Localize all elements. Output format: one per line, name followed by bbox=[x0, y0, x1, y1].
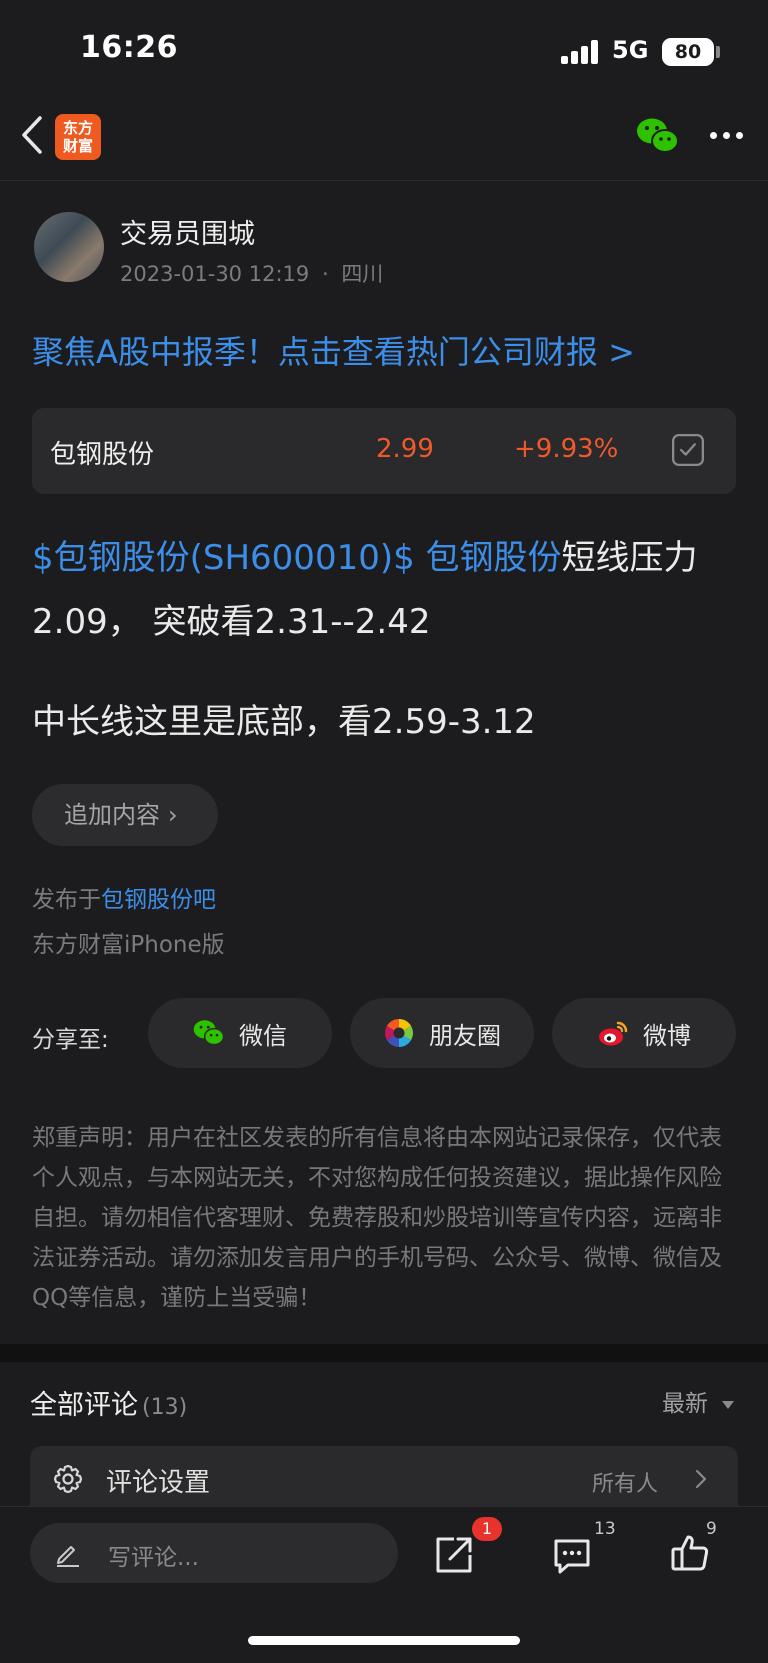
share-weibo-button[interactable]: 微博 bbox=[552, 998, 736, 1068]
share-wechat-label: 微信 bbox=[239, 1021, 287, 1050]
nav-divider bbox=[0, 180, 768, 181]
more-icon[interactable] bbox=[708, 128, 748, 144]
comments-count: (13) bbox=[142, 1395, 188, 1420]
disclaimer-text: 郑重声明：用户在社区发表的所有信息将由本网站记录保存，仅代表个人观点，与本网站无… bbox=[32, 1125, 722, 1311]
share-wechat-button[interactable]: 微信 bbox=[148, 998, 332, 1068]
comment-settings-value: 所有人 bbox=[592, 1472, 659, 1497]
signal-icon bbox=[561, 40, 601, 64]
comment-placeholder: 写评论... bbox=[108, 1545, 199, 1571]
comment-settings-label: 评论设置 bbox=[106, 1468, 211, 1498]
section-separator bbox=[0, 1344, 768, 1362]
share-moments-label: 朋友圈 bbox=[429, 1021, 501, 1050]
gear-icon bbox=[53, 1464, 83, 1494]
moments-icon bbox=[385, 1019, 413, 1047]
append-label: 追加内容 bbox=[64, 801, 160, 829]
stock-name-link[interactable]: 包钢股份 bbox=[426, 538, 562, 578]
add-watchlist-icon[interactable] bbox=[672, 434, 704, 466]
comment-settings-row[interactable]: 评论设置 所有人 bbox=[30, 1446, 738, 1512]
share-weibo-label: 微博 bbox=[643, 1021, 691, 1050]
author-avatar[interactable] bbox=[34, 212, 104, 282]
comments-title: 全部评论 (13) bbox=[30, 1383, 187, 1422]
comment-input[interactable]: 写评论... bbox=[30, 1523, 398, 1583]
chevron-right-icon bbox=[695, 1469, 707, 1489]
post-date: 2023-01-30 12:19 bbox=[120, 262, 310, 286]
share-icon[interactable] bbox=[432, 1533, 476, 1577]
share-label: 分享至: bbox=[32, 1027, 109, 1053]
weibo-icon bbox=[599, 1021, 628, 1046]
back-icon[interactable] bbox=[18, 112, 48, 158]
wechat-share-icon[interactable] bbox=[636, 116, 680, 156]
status-time: 16:26 bbox=[80, 30, 178, 65]
battery-cap bbox=[716, 46, 720, 58]
stock-name: 包钢股份 bbox=[50, 440, 155, 470]
post-device: 东方财富iPhone版 bbox=[32, 932, 225, 958]
stock-card[interactable]: 包钢股份 2.99 +9.93% bbox=[32, 408, 736, 494]
caret-down-icon bbox=[722, 1400, 735, 1409]
posted-in: 发布于包钢股份吧 bbox=[32, 880, 216, 914]
stock-tag-link[interactable]: $包钢股份(SH600010)$ bbox=[32, 538, 415, 578]
network-label: 5G bbox=[612, 36, 649, 64]
chevron-right-icon: › bbox=[168, 801, 178, 829]
sort-label: 最新 bbox=[662, 1391, 708, 1417]
author-name[interactable]: 交易员围城 bbox=[120, 212, 255, 251]
comment-icon[interactable] bbox=[550, 1533, 594, 1577]
share-moments-button[interactable]: 朋友圈 bbox=[350, 998, 534, 1068]
eastmoney-logo[interactable]: 东方 财富 bbox=[55, 114, 101, 160]
post-meta: 2023-01-30 12:19 · 四川 bbox=[120, 258, 383, 288]
stock-price: 2.99 bbox=[376, 434, 434, 464]
stock-bar-link[interactable]: 包钢股份吧 bbox=[101, 887, 216, 913]
battery-level: 80 bbox=[674, 41, 702, 63]
battery-icon: 80 bbox=[662, 38, 714, 66]
comment-count: 13 bbox=[594, 1519, 616, 1539]
post-body-paragraph-1: $包钢股份(SH600010)$ 包钢股份短线压力2.09， 突破看2.31--… bbox=[32, 526, 742, 654]
pencil-icon bbox=[57, 1546, 79, 1567]
like-count: 9 bbox=[706, 1519, 717, 1539]
stock-change: +9.93% bbox=[514, 434, 619, 464]
promo-link[interactable]: 聚焦A股中报季！点击查看热门公司财报 > bbox=[32, 327, 635, 373]
sort-dropdown[interactable]: 最新 bbox=[662, 1384, 735, 1418]
post-body-paragraph-2: 中长线这里是底部，看2.59-3.12 bbox=[32, 702, 536, 742]
wechat-icon bbox=[193, 1020, 225, 1046]
post-location: 四川 bbox=[341, 262, 384, 286]
share-badge: 1 bbox=[472, 1517, 502, 1541]
meta-separator: · bbox=[321, 262, 329, 286]
append-content-button[interactable]: 追加内容 › bbox=[32, 784, 218, 846]
home-indicator bbox=[248, 1636, 520, 1645]
comments-title-label: 全部评论 bbox=[30, 1390, 138, 1421]
posted-prefix: 发布于 bbox=[32, 887, 101, 913]
